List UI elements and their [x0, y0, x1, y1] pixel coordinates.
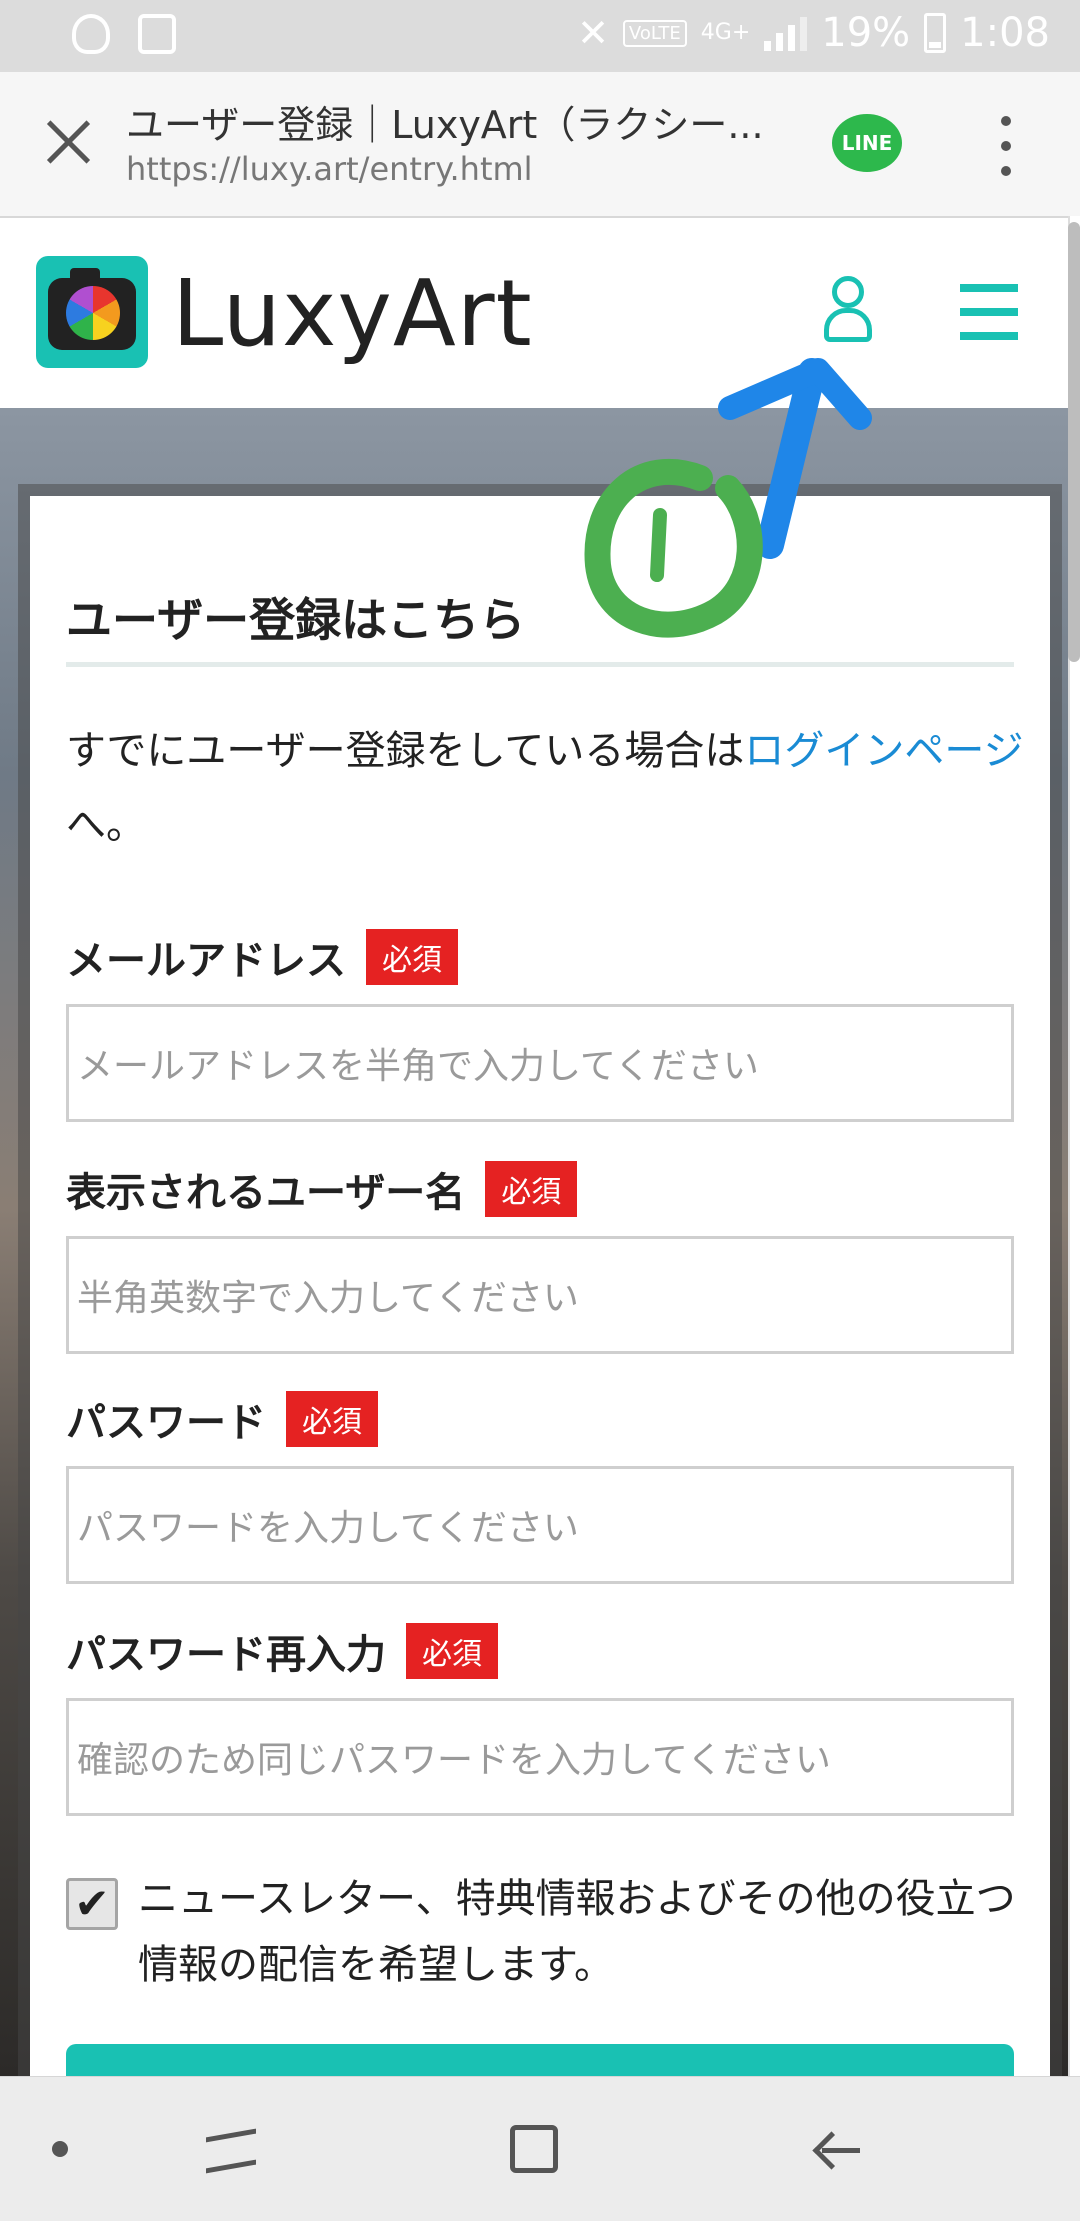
username-field[interactable]: 半角英数字で入力してください [66, 1236, 1014, 1354]
hamburger-menu-icon[interactable] [960, 284, 1018, 340]
network-type: 4G+ [700, 20, 751, 45]
password-confirm-field[interactable]: 確認のため同じパスワードを入力してください [66, 1698, 1014, 1816]
password-confirm-label-text: パスワード再入力 [66, 1632, 386, 1678]
form-heading: ユーザー登録はこちら [66, 593, 526, 647]
signal-icon [764, 15, 808, 51]
close-icon[interactable] [38, 112, 98, 172]
scrollbar-thumb[interactable] [1068, 222, 1080, 662]
browser-toolbar: ユーザー登録｜LuxyArt（ラクシー... https://luxy.art/… [0, 72, 1080, 218]
volte-label: VoLTE [622, 19, 687, 47]
login-page-link[interactable]: ログインページ [744, 728, 1023, 774]
battery-icon [924, 13, 947, 53]
system-navigation-bar [0, 2076, 1080, 2221]
status-notifications [72, 14, 176, 54]
shield-icon [72, 14, 110, 54]
checkmark-icon: ✔ [74, 1879, 110, 1928]
home-icon[interactable] [510, 2125, 558, 2173]
nav-dot-icon[interactable] [52, 2141, 68, 2157]
password-field[interactable]: パスワードを入力してください [66, 1466, 1014, 1584]
required-badge: 必須 [366, 929, 458, 985]
clipboard-icon [138, 14, 176, 54]
page-url[interactable]: https://luxy.art/entry.html [126, 150, 533, 188]
recent-apps-icon[interactable] [206, 2128, 256, 2174]
required-badge: 必須 [286, 1391, 378, 1447]
required-badge: 必須 [485, 1161, 578, 1217]
login-notice: すでにユーザー登録をしている場合はログインページへ。 [66, 714, 1026, 862]
line-icon[interactable]: LINE [832, 114, 902, 172]
password-label: パスワード 必須 [66, 1390, 378, 1448]
kebab-menu-icon[interactable] [996, 116, 1016, 176]
login-notice-text: すでにユーザー登録をしている場合は [66, 728, 745, 774]
username-label: 表示されるユーザー名 必須 [66, 1160, 578, 1218]
login-notice-suffix: へ。 [66, 802, 146, 848]
newsletter-label[interactable]: ニュースレター、特典情報およびその他の役立つ情報の配信を希望します。 [138, 1866, 1018, 1998]
heading-divider [66, 662, 1014, 667]
clock: 1:08 [960, 10, 1050, 56]
email-label-text: メールアドレス [66, 938, 346, 984]
registration-form: ユーザー登録はこちら すでにユーザー登録をしている場合はログインページへ。 メー… [30, 496, 1050, 2104]
required-badge: 必須 [406, 1623, 498, 1679]
battery-percent: 19% [821, 10, 911, 56]
username-label-text: 表示されるユーザー名 [66, 1170, 466, 1216]
user-icon[interactable] [820, 276, 876, 346]
logo-text[interactable]: LuxyArt [172, 260, 533, 367]
email-label: メールアドレス 必須 [66, 928, 458, 986]
site-header: LuxyArt [0, 218, 1068, 408]
password-confirm-label: パスワード再入力 必須 [66, 1622, 498, 1680]
page-title: ユーザー登録｜LuxyArt（ラクシー... [126, 103, 764, 147]
newsletter-checkbox[interactable]: ✔ [66, 1878, 118, 1930]
mute-icon: ✕ [577, 11, 609, 55]
email-field[interactable]: メールアドレスを半角で入力してください [66, 1004, 1014, 1122]
logo-icon[interactable] [36, 256, 148, 368]
back-icon[interactable] [812, 2125, 862, 2175]
password-label-text: パスワード [66, 1400, 266, 1446]
status-right: ✕ VoLTE 4G+ 19% 1:08 [577, 10, 1050, 56]
status-bar: ✕ VoLTE 4G+ 19% 1:08 [0, 0, 1080, 72]
